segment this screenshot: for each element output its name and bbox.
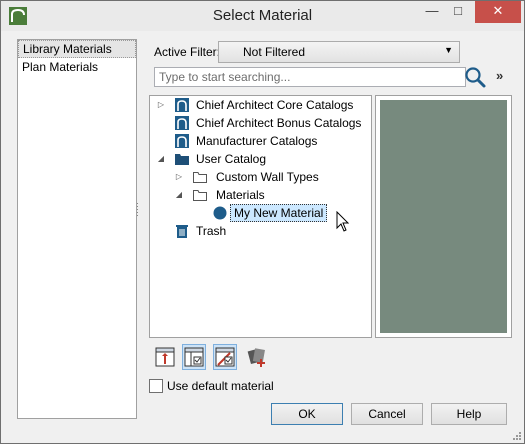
folder-dark-icon [175, 154, 189, 165]
title-bar: Select Material — □ ✕ [1, 1, 524, 31]
library-book-icon [175, 98, 189, 112]
minimize-button[interactable]: — [419, 1, 445, 23]
cancel-button[interactable]: Cancel [351, 403, 423, 425]
new-material-icon[interactable] [153, 344, 177, 370]
ok-button[interactable]: OK [271, 403, 343, 425]
expand-panel-button[interactable]: » [496, 68, 510, 84]
tree-item-label: Materials [216, 188, 265, 202]
material-swatch [380, 100, 507, 333]
show-attributes-button[interactable] [213, 344, 237, 370]
show-attributes-icon [215, 347, 235, 367]
tree-item-label: User Catalog [196, 152, 267, 166]
tree-item-label: Manufacturer Catalogs [196, 134, 318, 148]
pane-splitter[interactable] [135, 201, 139, 231]
show-catalog-button[interactable] [182, 344, 206, 370]
close-button[interactable]: ✕ [475, 1, 521, 23]
expand-arrow-icon[interactable]: ▷ [156, 96, 166, 114]
mouse-cursor-icon [336, 211, 350, 232]
show-catalog-icon [184, 347, 204, 367]
collapse-arrow-icon[interactable]: ◢ [174, 186, 184, 204]
active-filter-dropdown[interactable]: Not Filtered ▼ [218, 41, 460, 63]
folder-outline-icon [193, 190, 207, 201]
list-item-library-materials[interactable]: Library Materials [18, 40, 136, 58]
use-default-material-checkbox[interactable] [149, 379, 163, 393]
search-input[interactable] [154, 67, 466, 87]
active-filter-label: Active Filter: [154, 45, 221, 59]
material-source-list: Library Materials Plan Materials [17, 39, 137, 419]
tree-item-label: Chief Architect Core Catalogs [196, 98, 354, 112]
use-default-material-label: Use default material [167, 379, 274, 393]
material-tree: ▷ Chief Architect Core Catalogs Chief Ar… [149, 95, 372, 338]
maximize-button[interactable]: □ [445, 1, 471, 23]
search-icon[interactable] [463, 65, 487, 89]
material-preview [375, 95, 512, 338]
dropdown-arrow-icon: ▼ [444, 45, 453, 55]
list-item-plan-materials[interactable]: Plan Materials [18, 58, 136, 76]
select-material-dialog: Select Material — □ ✕ Library Materials … [0, 0, 525, 444]
folder-outline-icon [193, 172, 207, 183]
add-to-catalog-icon[interactable] [245, 344, 269, 370]
resize-grip-icon[interactable] [511, 430, 521, 440]
tree-item-label: Custom Wall Types [216, 170, 319, 184]
tree-item-label: My New Material [230, 204, 328, 222]
tree-item-label: Chief Architect Bonus Catalogs [196, 116, 362, 130]
material-dot-icon [213, 206, 227, 220]
library-book-icon [175, 116, 189, 130]
active-filter-value: Not Filtered [243, 45, 306, 59]
trash-icon [176, 225, 188, 238]
tree-item-label: Trash [196, 224, 227, 238]
library-book-icon [175, 134, 189, 148]
collapse-arrow-icon[interactable]: ◢ [156, 150, 166, 168]
help-button[interactable]: Help [431, 403, 507, 425]
expand-arrow-icon[interactable]: ▷ [174, 168, 184, 186]
